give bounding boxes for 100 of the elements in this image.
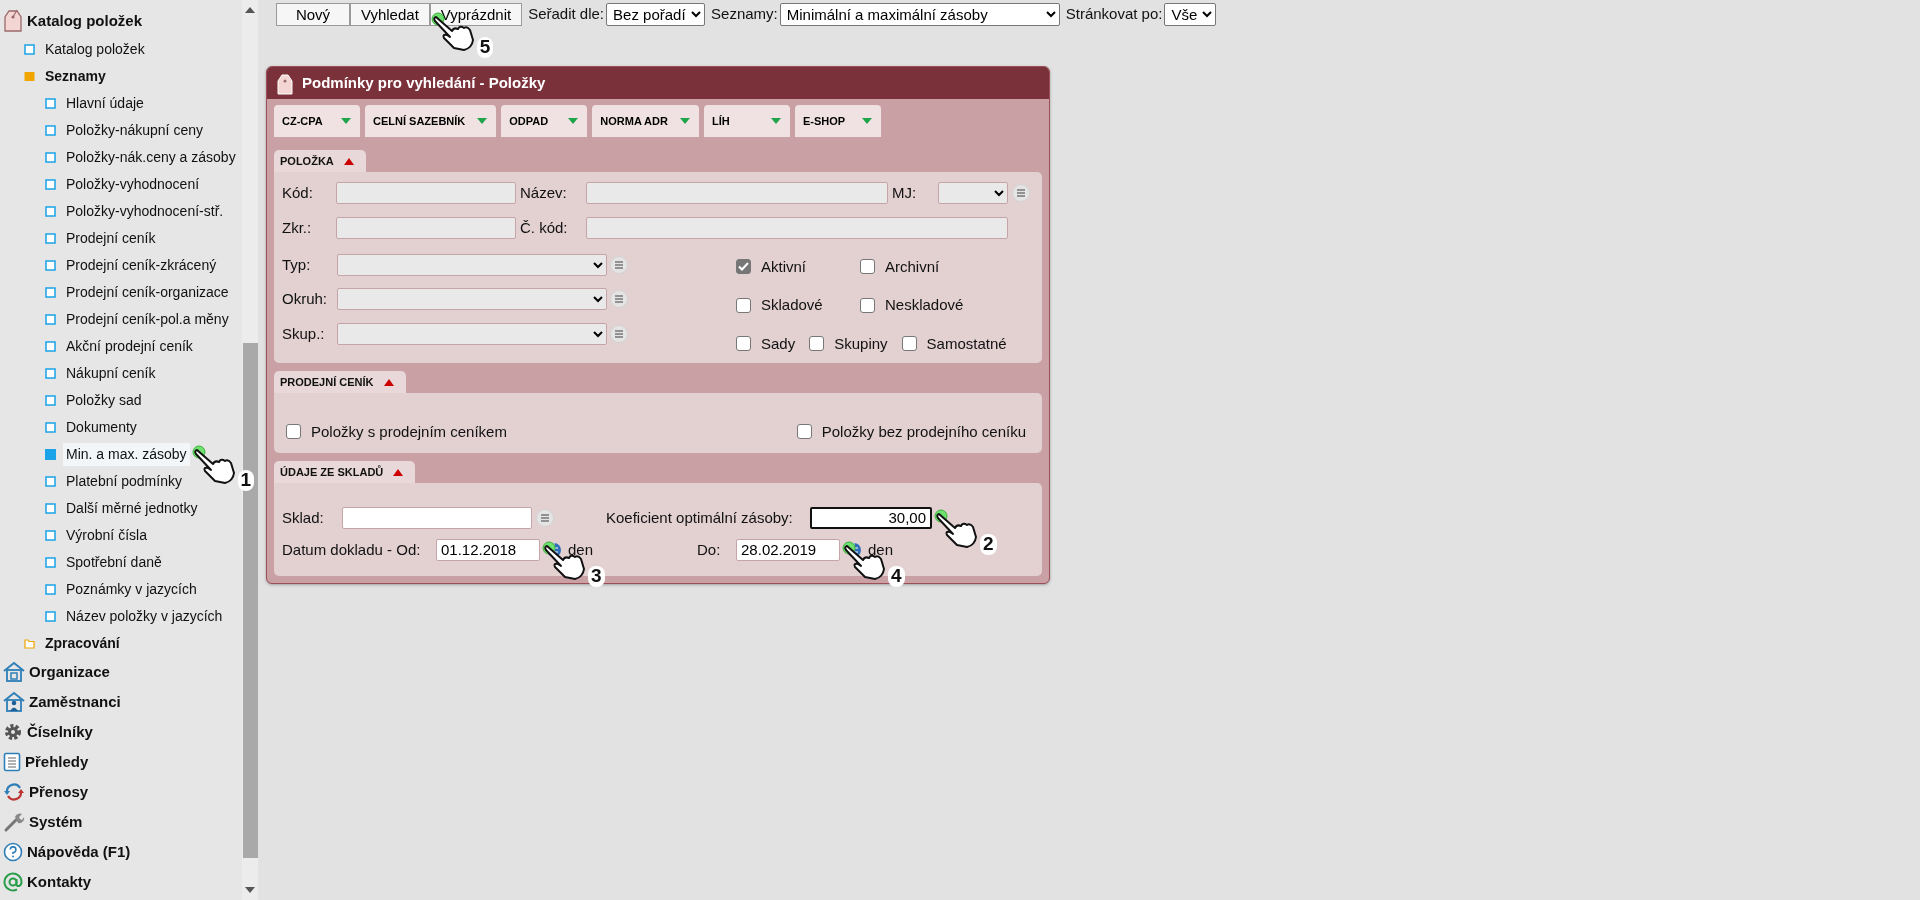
- toolbar-select[interactable]: Vše: [1164, 3, 1217, 26]
- input-field[interactable]: 01.12.2018: [436, 539, 540, 562]
- sidebar-item[interactable]: Spotřební daně: [63, 551, 165, 574]
- select-field[interactable]: [337, 288, 607, 311]
- sidebar-group[interactable]: Číselníky: [27, 720, 93, 744]
- sidebar-group[interactable]: Zaměstnanci: [29, 690, 121, 714]
- toolbar-button[interactable]: Vyprázdnit: [429, 3, 523, 26]
- field-label: Sklad:: [282, 507, 325, 528]
- sidebar-item[interactable]: Prodejní ceník-pol.a měny: [63, 308, 232, 331]
- list-button[interactable]: [536, 508, 554, 527]
- list-button[interactable]: [1012, 183, 1030, 202]
- checkbox[interactable]: [286, 424, 301, 440]
- sidebar-group[interactable]: Systém: [29, 810, 83, 834]
- square-icon: [45, 530, 56, 541]
- toolbar-select[interactable]: Bez pořadí: [606, 3, 706, 26]
- sidebar-item[interactable]: Prodejní ceník: [63, 227, 159, 250]
- checkbox[interactable]: [796, 424, 812, 440]
- scroll-down-icon[interactable]: [245, 887, 255, 894]
- checkbox[interactable]: [860, 259, 875, 275]
- input-field[interactable]: 28.02.2019: [736, 539, 841, 562]
- checkbox[interactable]: [809, 336, 825, 352]
- scrollbar-thumb[interactable]: [242, 343, 258, 858]
- sidebar-item[interactable]: Prodejní ceník-organizace: [63, 281, 232, 304]
- checkbox[interactable]: [736, 336, 751, 352]
- checkbox[interactable]: [736, 259, 751, 275]
- square-icon: [45, 125, 56, 136]
- dropdown-triangle-icon: [861, 117, 872, 125]
- sidebar-item[interactable]: Další měrné jednotky: [63, 497, 201, 520]
- collapse-triangle-icon[interactable]: [343, 157, 354, 165]
- dialog-tab[interactable]: E-SHOP: [794, 105, 881, 137]
- checkbox[interactable]: [901, 336, 917, 352]
- sidebar-item[interactable]: Akční prodejní ceník: [63, 335, 196, 358]
- section-header[interactable]: PRODEJNÍ CENÍK: [274, 371, 406, 393]
- document-list-icon: [3, 752, 21, 772]
- sidebar-group[interactable]: Nápověda (F1): [27, 840, 131, 864]
- checkbox-label: Skupiny: [834, 333, 888, 354]
- checkbox-label: Položky s prodejním ceníkem: [311, 421, 507, 442]
- toolbar-button[interactable]: Nový: [276, 3, 350, 26]
- sidebar-group[interactable]: Organizace: [29, 660, 110, 684]
- sidebar-folder[interactable]: Seznamy: [42, 65, 109, 88]
- sidebar-folder[interactable]: Zpracování: [42, 632, 123, 655]
- menu-icon: [614, 260, 624, 269]
- sidebar-item[interactable]: Výrobní čísla: [63, 524, 150, 547]
- sidebar-item[interactable]: Hlavní údaje: [63, 92, 147, 115]
- list-button[interactable]: [610, 290, 628, 309]
- select-field[interactable]: [337, 322, 607, 345]
- square-icon: [45, 233, 56, 244]
- sidebar-item[interactable]: Prodejní ceník-zkrácený: [63, 254, 220, 277]
- sidebar-item[interactable]: Položky sad: [63, 389, 145, 412]
- dropdown-triangle-icon: [679, 117, 690, 125]
- section-header[interactable]: POLOŽKA: [274, 150, 366, 172]
- sidebar-group[interactable]: Přehledy: [25, 750, 89, 774]
- select-field[interactable]: [337, 253, 607, 276]
- list-button[interactable]: [610, 324, 628, 343]
- scrollbar[interactable]: [242, 0, 258, 900]
- sidebar-item[interactable]: Min. a max. zásoby: [63, 443, 190, 466]
- sidebar-item[interactable]: Položky-vyhodnocení: [63, 173, 203, 196]
- sidebar-item[interactable]: Nákupní ceník: [63, 362, 159, 385]
- collapse-triangle-icon[interactable]: [393, 468, 404, 476]
- sidebar-item[interactable]: Položky-nákupní ceny: [63, 119, 206, 142]
- select-label: Seřadit dle:: [528, 4, 605, 25]
- menu-icon: [540, 513, 550, 522]
- scroll-up-icon[interactable]: [245, 6, 255, 13]
- menu-icon: [614, 295, 624, 304]
- input-field[interactable]: 30,00: [810, 506, 932, 529]
- field-label: Datum dokladu - Od:: [282, 540, 422, 560]
- dialog-tab[interactable]: ODPAD: [501, 105, 588, 137]
- select-field[interactable]: [938, 181, 1008, 204]
- dialog-tab[interactable]: LÍH: [703, 105, 790, 137]
- field-label: MJ:: [892, 182, 918, 203]
- person-house-icon: [3, 691, 25, 713]
- collapse-triangle-icon[interactable]: [383, 378, 394, 386]
- section-header[interactable]: ÚDAJE ZE SKLADŮ: [274, 461, 416, 483]
- checkbox[interactable]: [736, 297, 751, 313]
- sidebar-group[interactable]: Katalog položek: [27, 9, 142, 33]
- square-icon: [45, 206, 56, 217]
- list-button[interactable]: [610, 255, 628, 274]
- input-field[interactable]: [586, 217, 1008, 240]
- checkbox[interactable]: [860, 297, 875, 313]
- checkbox-label: Neskladové: [885, 295, 964, 315]
- input-field[interactable]: [336, 181, 516, 204]
- sidebar-item[interactable]: Poznámky v jazycích: [63, 578, 200, 601]
- field-label: Do:: [697, 540, 722, 560]
- sidebar-item[interactable]: Katalog položek: [42, 38, 148, 61]
- sidebar-group[interactable]: Přenosy: [29, 780, 89, 804]
- sidebar-item[interactable]: Položky-nák.ceny a zásoby: [63, 146, 239, 169]
- callout-number: 5: [476, 37, 494, 58]
- input-field[interactable]: [586, 181, 888, 204]
- sidebar-item[interactable]: Položky-vyhodnocení-stř.: [63, 200, 227, 223]
- sidebar-group[interactable]: Kontakty: [27, 870, 92, 894]
- dialog-tab[interactable]: NORMA ADR: [592, 105, 699, 137]
- input-field[interactable]: [342, 506, 532, 529]
- dialog-tab[interactable]: CELNÍ SAZEBNÍK: [365, 105, 497, 137]
- toolbar-select[interactable]: Minimální a maximální zásoby: [779, 3, 1060, 26]
- sidebar-item[interactable]: Platební podmínky: [63, 470, 185, 493]
- input-field[interactable]: [336, 217, 516, 240]
- callout-number: 4: [888, 566, 905, 588]
- dialog-tab[interactable]: CZ-CPA: [274, 105, 360, 137]
- sidebar-item[interactable]: Dokumenty: [63, 416, 140, 439]
- sidebar-item[interactable]: Název položky v jazycích: [63, 605, 226, 628]
